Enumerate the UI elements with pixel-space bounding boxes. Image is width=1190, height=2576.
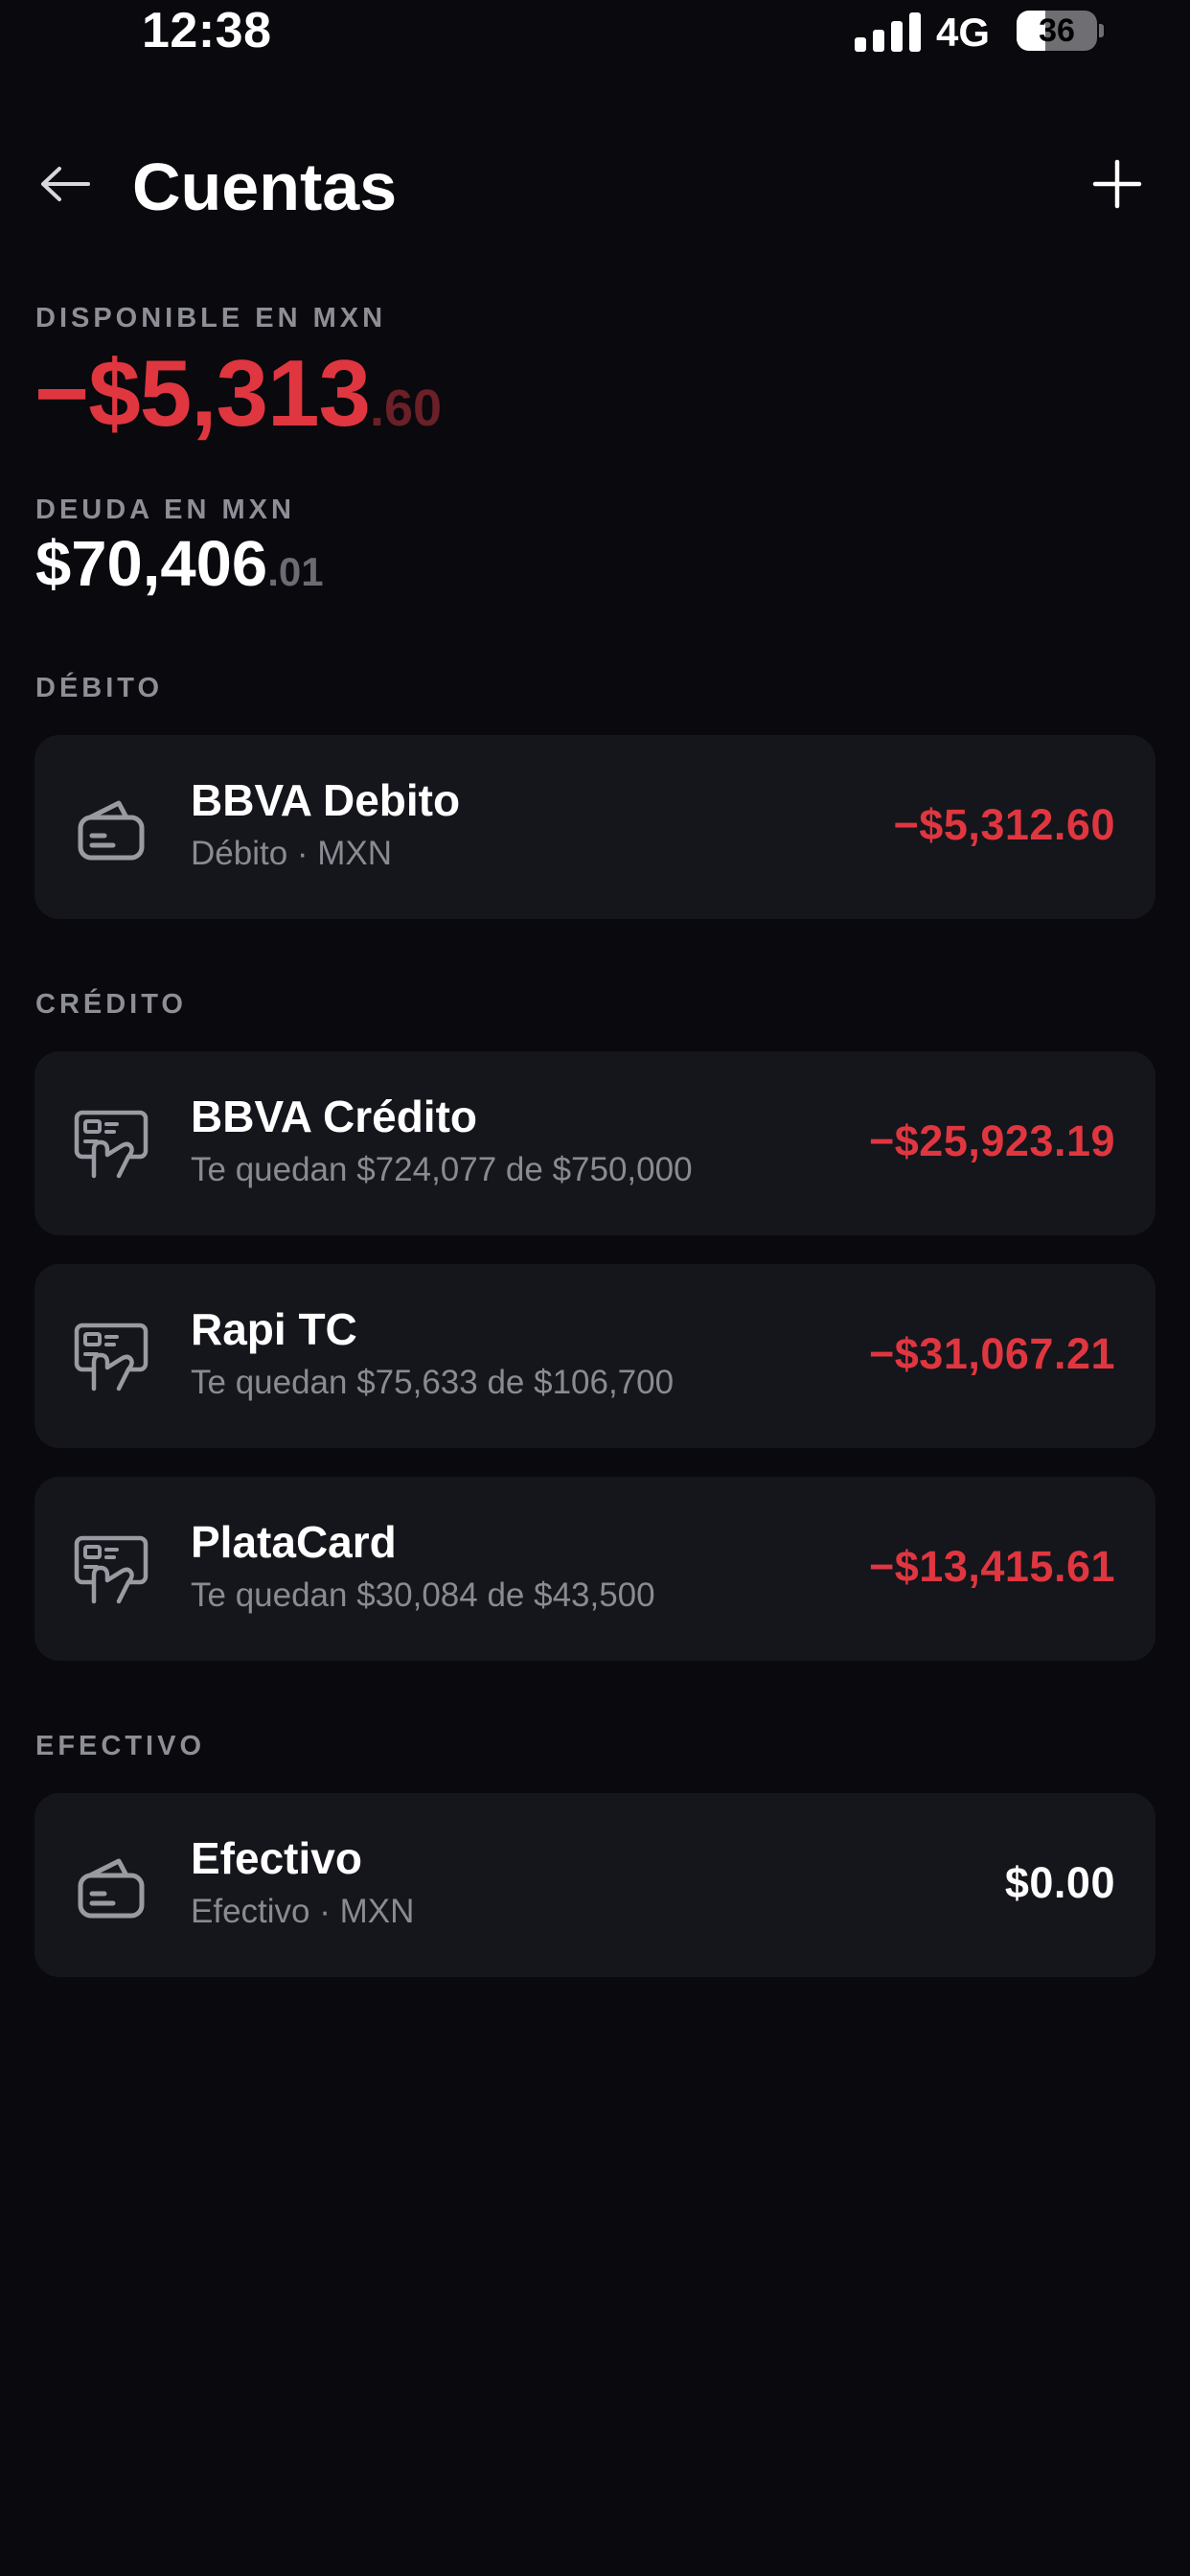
- battery-level: 36: [1039, 12, 1075, 49]
- status-bar: 12:38 4G 36: [0, 0, 1190, 69]
- account-name: BBVA Debito: [191, 775, 461, 825]
- wallet-icon: [78, 1858, 145, 1919]
- arrow-left-icon: [41, 167, 90, 201]
- plus-icon: [1092, 159, 1142, 209]
- account-balance: −$13,415.61: [869, 1542, 1115, 1591]
- battery-icon: 36: [1017, 11, 1104, 51]
- account-subtitle: Débito · MXN: [191, 835, 393, 872]
- account-balance: −$31,067.21: [869, 1329, 1115, 1378]
- available-amount-integer: −$5,313: [34, 340, 371, 446]
- account-card-bbva-credito[interactable]: BBVA Crédito Te quedan $724,077 de $750,…: [34, 1051, 1156, 1235]
- available-label: DISPONIBLE EN MXN: [35, 303, 387, 334]
- account-subtitle: Te quedan $75,633 de $106,700: [191, 1364, 675, 1401]
- available-amount-decimals: .60: [369, 380, 443, 437]
- page-title: Cuentas: [132, 150, 398, 224]
- section-label-credit: CRÉDITO: [35, 989, 187, 1020]
- status-time: 12:38: [142, 3, 272, 58]
- account-card-rapi-tc[interactable]: Rapi TC Te quedan $75,633 de $106,700 −$…: [34, 1264, 1156, 1448]
- account-name: Rapi TC: [191, 1304, 357, 1354]
- back-button[interactable]: [34, 153, 96, 215]
- cellular-signal-icon: [855, 12, 921, 52]
- section-label-cash: EFECTIVO: [35, 1731, 206, 1761]
- account-subtitle: Te quedan $724,077 de $750,000: [191, 1151, 693, 1188]
- account-card-efectivo[interactable]: Efectivo Efectivo · MXN $0.00: [34, 1793, 1156, 1977]
- debt-amount-decimals: .01: [267, 549, 324, 594]
- add-account-button[interactable]: [1087, 153, 1148, 215]
- account-card-bbva-debito[interactable]: BBVA Debito Débito · MXN −$5,312.60: [34, 735, 1156, 919]
- credit-card-hand-icon: [74, 1110, 149, 1179]
- account-subtitle: Te quedan $30,084 de $43,500: [191, 1576, 655, 1614]
- account-subtitle: Efectivo · MXN: [191, 1893, 415, 1930]
- debt-amount-integer: $70,406: [35, 528, 268, 600]
- credit-card-hand-icon: [74, 1535, 149, 1604]
- debt-amount: $70,406.01: [35, 526, 324, 620]
- account-balance: $0.00: [1004, 1858, 1115, 1907]
- account-balance: −$25,923.19: [869, 1116, 1115, 1165]
- account-card-platacard[interactable]: PlataCard Te quedan $30,084 de $43,500 −…: [34, 1477, 1156, 1661]
- wallet-icon: [78, 800, 145, 861]
- account-balance: −$5,312.60: [893, 800, 1115, 849]
- section-label-debit: DÉBITO: [35, 673, 164, 703]
- credit-card-hand-icon: [74, 1322, 149, 1392]
- account-name: PlataCard: [191, 1517, 397, 1567]
- available-amount: −$5,313.60: [34, 340, 442, 474]
- account-name: BBVA Crédito: [191, 1092, 477, 1141]
- network-type: 4G: [936, 10, 991, 55]
- debt-label: DEUDA EN MXN: [35, 494, 295, 525]
- account-name: Efectivo: [191, 1833, 362, 1883]
